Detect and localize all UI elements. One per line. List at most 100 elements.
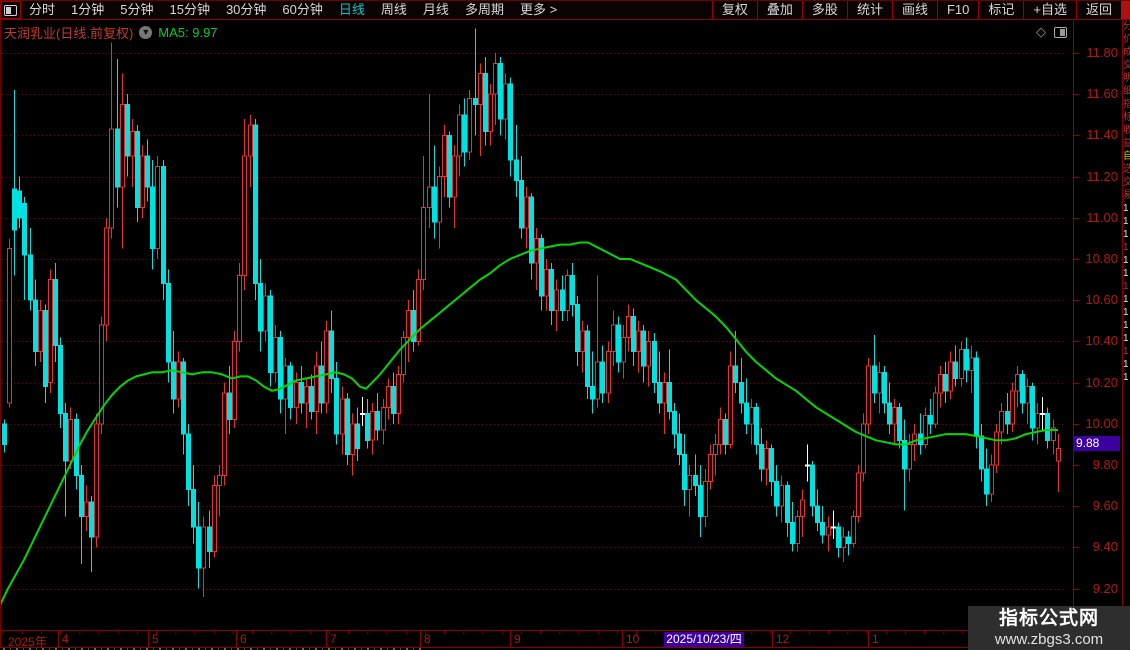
candle-body (790, 522, 795, 544)
candle-body (130, 130, 135, 157)
candle-body (43, 310, 48, 388)
clipped-panel-char: 1 (1123, 372, 1129, 383)
clipped-panel-char: 1 (1123, 320, 1129, 331)
clipped-panel-char: 1 (1123, 203, 1129, 214)
candle-body (693, 474, 698, 487)
candle-body (442, 134, 447, 178)
watermark: 指标公式网 www.zbgs3.com (968, 606, 1130, 650)
candle-body (514, 159, 519, 182)
candle-body (616, 324, 621, 363)
candle-body (882, 371, 887, 404)
pane-layout-icon[interactable] (1054, 26, 1067, 38)
candle-body (155, 165, 160, 250)
candle-body (248, 124, 253, 157)
candle-body (785, 485, 790, 524)
candle-body (677, 433, 682, 456)
candle-body (826, 526, 831, 536)
candle-body (544, 268, 549, 297)
clipped-panel-char: 1 (1123, 294, 1129, 305)
candle-body (892, 406, 897, 425)
clipped-panel-char: 1 (1123, 216, 1129, 227)
candle-body (698, 485, 703, 518)
candle-body (140, 155, 145, 208)
candle-body (299, 382, 304, 404)
candle-body (866, 365, 871, 425)
month-label: 5 (152, 632, 159, 646)
candle-body (959, 349, 964, 379)
candle-body (120, 104, 125, 188)
candle-body (17, 190, 22, 219)
candle-body (754, 406, 759, 445)
candles-layer (2, 28, 1061, 597)
chart-header-icons: ◇ (1036, 24, 1067, 40)
candle-body (386, 386, 391, 408)
candle-body (22, 202, 27, 256)
candle-body (1056, 448, 1061, 462)
candle-body (457, 114, 462, 157)
candle-body (580, 330, 585, 353)
candle-body (943, 373, 948, 392)
candle-body (263, 295, 268, 332)
clipped-panel-char: 益 (1123, 137, 1130, 150)
month-label: 6 (240, 632, 247, 646)
candle-body (340, 398, 345, 435)
candle-body (161, 165, 166, 285)
clipped-panel-char: 1 (1123, 333, 1129, 344)
candle-body (907, 443, 912, 470)
candle-body (856, 472, 861, 518)
candle-body (355, 423, 360, 449)
candle-body (150, 186, 155, 250)
candle-body (2, 423, 7, 445)
candle-body (989, 464, 994, 495)
price-axis-label: 11.00 (1086, 209, 1118, 225)
diamond-icon[interactable]: ◇ (1036, 24, 1046, 40)
candle-body (478, 73, 483, 105)
candle-body (7, 248, 12, 404)
month-label: 9 (514, 632, 521, 646)
candle-body (89, 501, 94, 538)
candle-body (713, 443, 718, 456)
candle-body (948, 361, 953, 392)
candle-body (672, 410, 677, 435)
watermark-site-name: 指标公式网 (998, 608, 1099, 629)
clipped-panel-char: 1 (1123, 281, 1129, 292)
candle-body (227, 392, 232, 421)
candle-body (728, 365, 733, 445)
clipped-panel-char: 1 (1123, 229, 1129, 240)
candle-body (820, 522, 825, 536)
candle-body (836, 526, 841, 548)
candle-body (595, 361, 600, 400)
candle-body (222, 392, 227, 476)
last-price-badge: 9.88 (1073, 436, 1120, 451)
candle-body (565, 275, 570, 311)
candle-body (933, 392, 938, 425)
candle-body (662, 382, 667, 404)
candle-body (493, 62, 498, 95)
candle-body (63, 413, 68, 462)
candle-body (718, 419, 723, 445)
candle-body (33, 299, 38, 353)
candle-body (769, 448, 774, 482)
candle-body (744, 402, 749, 425)
candle-body (600, 361, 605, 394)
candle-body (488, 93, 493, 132)
candle-body (309, 386, 314, 412)
candlestick-chart[interactable] (0, 0, 1130, 650)
candle-body (324, 330, 329, 404)
candle-body (329, 330, 334, 380)
candle-body (345, 398, 350, 456)
candle-body (191, 489, 196, 528)
clipped-panel-char: 标 (1123, 111, 1130, 124)
candle-body (196, 526, 201, 569)
clipped-panel-char: 1 (1123, 359, 1129, 370)
candle-body (590, 386, 595, 400)
candle-body (237, 275, 242, 342)
chevron-down-icon[interactable]: ▼ (139, 26, 153, 39)
candle-body (498, 62, 503, 120)
month-label: 10 (626, 632, 640, 646)
candle-body (979, 435, 984, 470)
candle-body (166, 283, 171, 363)
candle-body (125, 104, 130, 157)
clipped-panel-char: 交 (1123, 59, 1130, 72)
candle-body (186, 433, 191, 491)
